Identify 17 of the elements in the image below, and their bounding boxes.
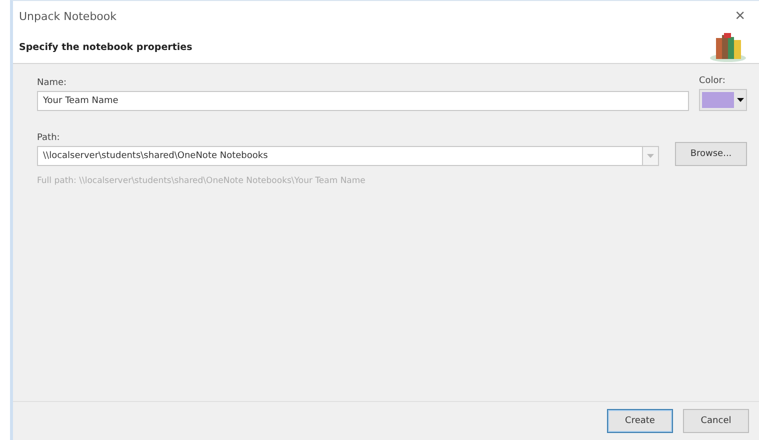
dropdown-button[interactable] (642, 146, 659, 166)
caret-icon (737, 98, 744, 102)
close-button[interactable]: × (731, 6, 749, 26)
path-label: Path: (37, 133, 61, 143)
window-title: Unpack Notebook (19, 10, 117, 22)
color-label: Color: (699, 76, 726, 86)
books-icon (709, 32, 747, 62)
full-path-text: Full path: \\localserver\students\shared\OneNote Notebooks\Your Team Name (37, 176, 366, 186)
dialog-button[interactable]: Cancel (683, 409, 749, 433)
dialog-button[interactable]: Create (607, 409, 673, 433)
browse-button[interactable]: Browse... (675, 142, 747, 166)
section-heading: Specify the notebook properties (19, 42, 192, 52)
name-field[interactable]: Your Team Name (37, 91, 689, 111)
name-label: Name: (37, 78, 68, 88)
color-picker[interactable] (699, 89, 747, 111)
path-field[interactable]: \\localserver\students\shared\OneNote Notebooks (37, 146, 642, 166)
caret-icon (647, 154, 654, 158)
